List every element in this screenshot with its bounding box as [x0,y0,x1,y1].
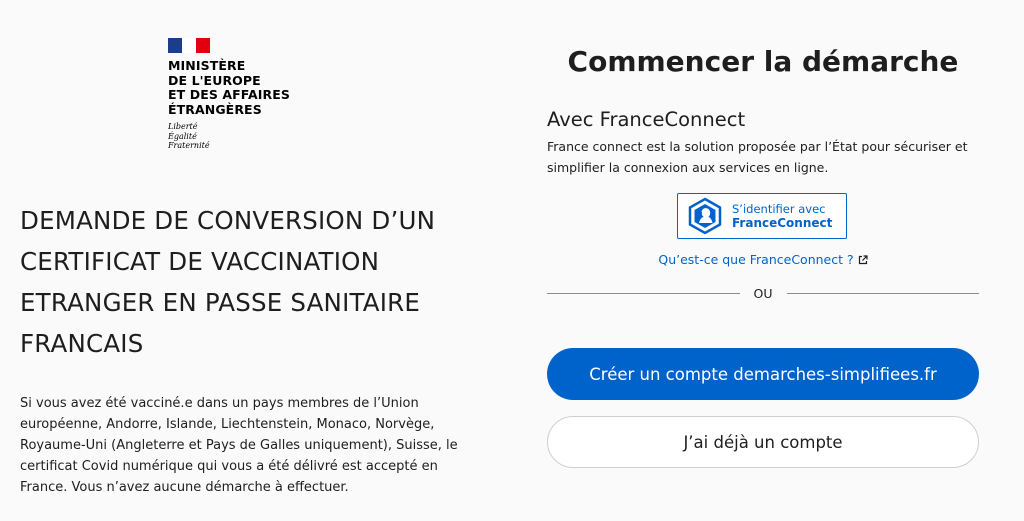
or-separator: OU [547,284,979,302]
franceconnect-button[interactable]: S’identifier avec FranceConnect [677,193,847,239]
franceconnect-button-text: S’identifier avec FranceConnect [732,202,832,230]
page-title: DEMANDE DE CONVERSION D’UN CERTIFICAT DE… [20,206,436,358]
separator-line-left [547,292,740,294]
republic-motto: Liberté Égalité Fraternité [168,122,328,151]
external-link-icon [858,252,868,270]
motto-fraternite: Fraternité [168,141,210,150]
left-column: MINISTÈRE DE L'EUROPE ET DES AFFAIRES ÉT… [20,0,460,521]
motto-liberte: Liberté [168,122,198,131]
franceconnect-help-link-label: Qu’est-ce que FranceConnect ? [658,252,854,267]
intro-text: Si vous avez été vacciné.e dans un pays … [20,396,458,495]
french-flag-icon [168,38,210,53]
ministry-name: MINISTÈRE DE L'EUROPE ET DES AFFAIRES ÉT… [168,58,290,117]
separator-label: OU [753,285,773,301]
franceconnect-button-line2: FranceConnect [732,216,833,230]
ministry-logo: MINISTÈRE DE L'EUROPE ET DES AFFAIRES ÉT… [168,38,328,151]
franceconnect-logo-icon [686,197,724,235]
motto-egalite: Égalité [168,131,197,141]
login-title: Commencer la démarche [567,45,959,78]
page: MINISTÈRE DE L'EUROPE ET DES AFFAIRES ÉT… [0,0,1024,521]
existing-account-button[interactable]: J’ai déjà un compte [547,416,979,468]
franceconnect-heading: Avec FranceConnect [547,108,746,131]
create-account-button[interactable]: Créer un compte demarches-simplifiees.fr [547,348,979,400]
franceconnect-description: France connect est la solution proposée … [547,139,968,175]
login-panel: Commencer la démarche Avec FranceConnect… [547,0,979,521]
separator-line-right [786,292,979,294]
franceconnect-button-line1: S’identifier avec [732,202,826,216]
franceconnect-help-link[interactable]: Qu’est-ce que FranceConnect ? [547,251,979,270]
